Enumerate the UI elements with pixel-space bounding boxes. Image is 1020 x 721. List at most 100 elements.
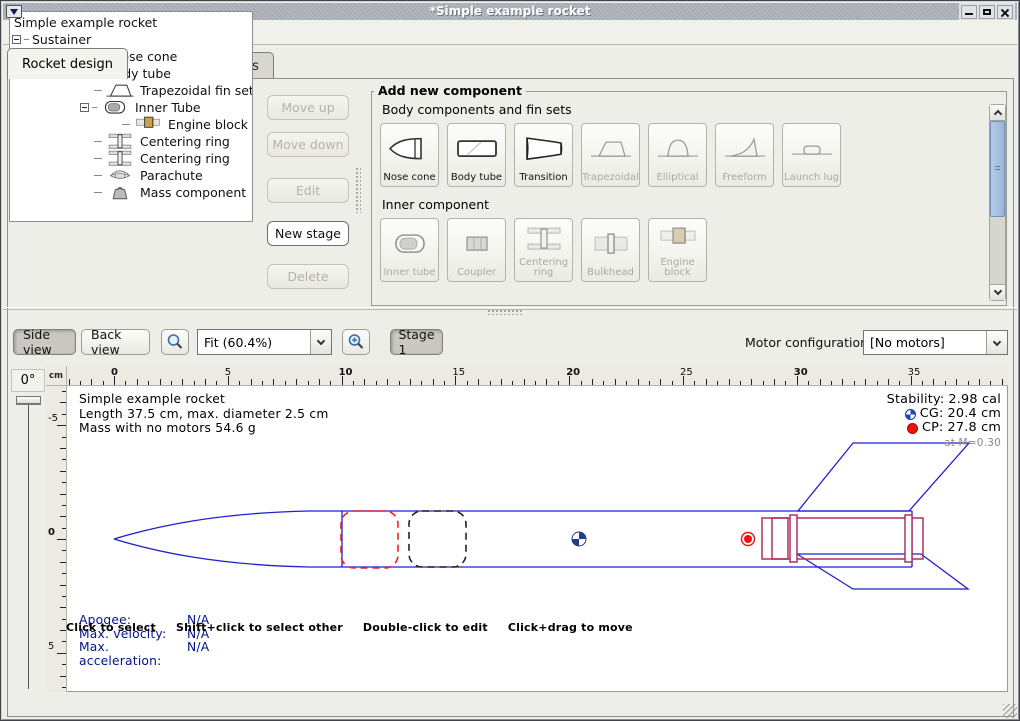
side-view-button[interactable]: Side view (13, 329, 76, 355)
tree-item-trapezoidal-fin-set[interactable]: Trapezoidal fin set (10, 82, 252, 99)
rocket-canvas[interactable]: Simple example rocketLength 37.5 cm, max… (67, 386, 1008, 692)
scrollbar-thumb[interactable] (990, 121, 1005, 217)
ruler-tick (490, 381, 491, 385)
ruler-tick (376, 381, 377, 385)
stability-block: Stability: 2.98 cal CG: 20.4 cm CP: 27.8… (887, 393, 1001, 450)
stability-value: 2.98 cal (948, 393, 1001, 407)
new-stage-button[interactable]: New stage (267, 221, 349, 246)
ruler-tick (831, 381, 832, 385)
tree-connector (94, 192, 102, 193)
ruler-label: 20 (566, 367, 580, 378)
scroll-up-icon[interactable] (990, 105, 1005, 121)
zoom-out-button[interactable] (161, 329, 189, 355)
ruler-tick (672, 381, 673, 385)
ruler-tick (638, 379, 639, 385)
minimize-button[interactable] (961, 5, 977, 19)
ruler-tick (763, 381, 764, 385)
stage-1-toggle[interactable]: Stage 1 (390, 329, 443, 355)
flight-stat-row: Max. acceleration:N/A (79, 641, 209, 668)
tree-connector (94, 141, 102, 142)
parachute-icon (105, 166, 135, 185)
ruler-label: 10 (339, 367, 353, 378)
tab-rocket-design[interactable]: Rocket design (7, 48, 128, 79)
ruler-tick (820, 379, 821, 385)
tree-expander-icon[interactable] (12, 35, 21, 44)
scroll-down-icon[interactable] (990, 284, 1005, 300)
ruler-tick (433, 379, 434, 385)
ruler-tick (62, 596, 66, 597)
tree-item-engine-block[interactable]: Engine block (10, 116, 252, 133)
component-scrollbar[interactable] (989, 104, 1006, 301)
ruler-tick (945, 381, 946, 385)
tree-item-simple-example-rocket[interactable]: Simple example rocket (10, 14, 252, 31)
rotation-slider-track[interactable] (28, 403, 29, 689)
elliptical-button: Elliptical (648, 123, 707, 187)
ruler-tick (729, 379, 730, 385)
motor-configuration-value: [No motors] (864, 335, 986, 350)
status-hints: Click to selectShift+click to select oth… (66, 621, 633, 634)
component-button-label: Engine block (649, 258, 706, 278)
ruler-label: 0 (111, 367, 118, 378)
ruler-tick (364, 379, 365, 385)
tree-expander-icon[interactable] (80, 103, 89, 112)
zoom-select-arrow[interactable] (310, 330, 331, 354)
window-menu-icon[interactable] (6, 5, 22, 18)
tree-item-sustainer[interactable]: Sustainer (10, 31, 252, 48)
ruler-tick (60, 585, 66, 586)
ruler-tick (148, 381, 149, 385)
close-button[interactable] (997, 5, 1013, 19)
scrollbar-track[interactable] (990, 217, 1005, 284)
add-component-group: Add new component Body components and fi… (371, 91, 1007, 306)
ruler-label: 5 (225, 367, 231, 378)
nose-cone-button[interactable]: Nose cone (380, 123, 439, 187)
nose-cone-icon (388, 124, 432, 173)
transition-button[interactable]: Transition (514, 123, 573, 187)
tree-item-inner-tube[interactable]: Inner Tube (10, 99, 252, 116)
zoom-in-button[interactable] (342, 329, 370, 355)
resize-grip-icon[interactable] (1003, 704, 1017, 718)
tree-item-centering-ring[interactable]: Centering ring (10, 133, 252, 150)
centering-ring-icon (105, 132, 135, 151)
motor-configuration-label: Motor configuration: (745, 335, 872, 350)
maximize-button[interactable] (979, 5, 995, 19)
ruler-label: 35 (908, 367, 921, 378)
engine-block-icon (656, 219, 700, 258)
move-down-button: Move down (267, 132, 349, 157)
ruler-tick (808, 381, 809, 385)
ruler-tick (558, 381, 559, 385)
component-tree[interactable]: Simple example rocketSustainerNose coneB… (9, 11, 253, 222)
vertical-splitter-handle[interactable] (355, 167, 361, 213)
ruler-label: 30 (794, 367, 808, 378)
ruler-tick (740, 381, 741, 385)
motor-configuration-arrow[interactable] (986, 331, 1007, 354)
horizontal-splitter-handle[interactable] (487, 309, 523, 315)
ruler-tick (387, 379, 388, 385)
tree-item-label: Centering ring (140, 134, 230, 149)
component-button-label: Launch lug (784, 173, 839, 183)
component-button-label: Freeform (722, 173, 767, 183)
tree-item-centering-ring[interactable]: Centering ring (10, 150, 252, 167)
ruler-tick (62, 573, 66, 574)
ruler-tick (160, 379, 161, 385)
back-view-button[interactable]: Back view (81, 329, 150, 355)
motor-configuration-select[interactable]: [No motors] (863, 330, 1008, 355)
horizontal-ruler: 05101520253035 (67, 366, 1008, 386)
tree-item-mass-component[interactable]: Mass component (10, 184, 252, 201)
ruler-tick (899, 381, 900, 385)
zoom-select[interactable]: Fit (60.4%) (197, 329, 332, 355)
status-hint: Click+drag to move (508, 621, 633, 634)
ruler-tick (615, 379, 616, 385)
tree-item-parachute[interactable]: Parachute (10, 167, 252, 184)
trapezoidal-button: Trapezoidal (581, 123, 640, 187)
status-hint: Double-click to edit (363, 621, 488, 634)
mass-icon (105, 183, 135, 202)
fin-icon (105, 81, 135, 100)
ruler-tick (62, 459, 66, 460)
ruler-tick (933, 379, 934, 385)
component-group-label: Inner component (382, 197, 1006, 212)
ruler-tick (262, 381, 263, 385)
rotation-slider-handle[interactable] (16, 396, 41, 405)
ruler-tick (60, 607, 66, 608)
ruler-tick (592, 379, 593, 385)
body-tube-button[interactable]: Body tube (447, 123, 506, 187)
